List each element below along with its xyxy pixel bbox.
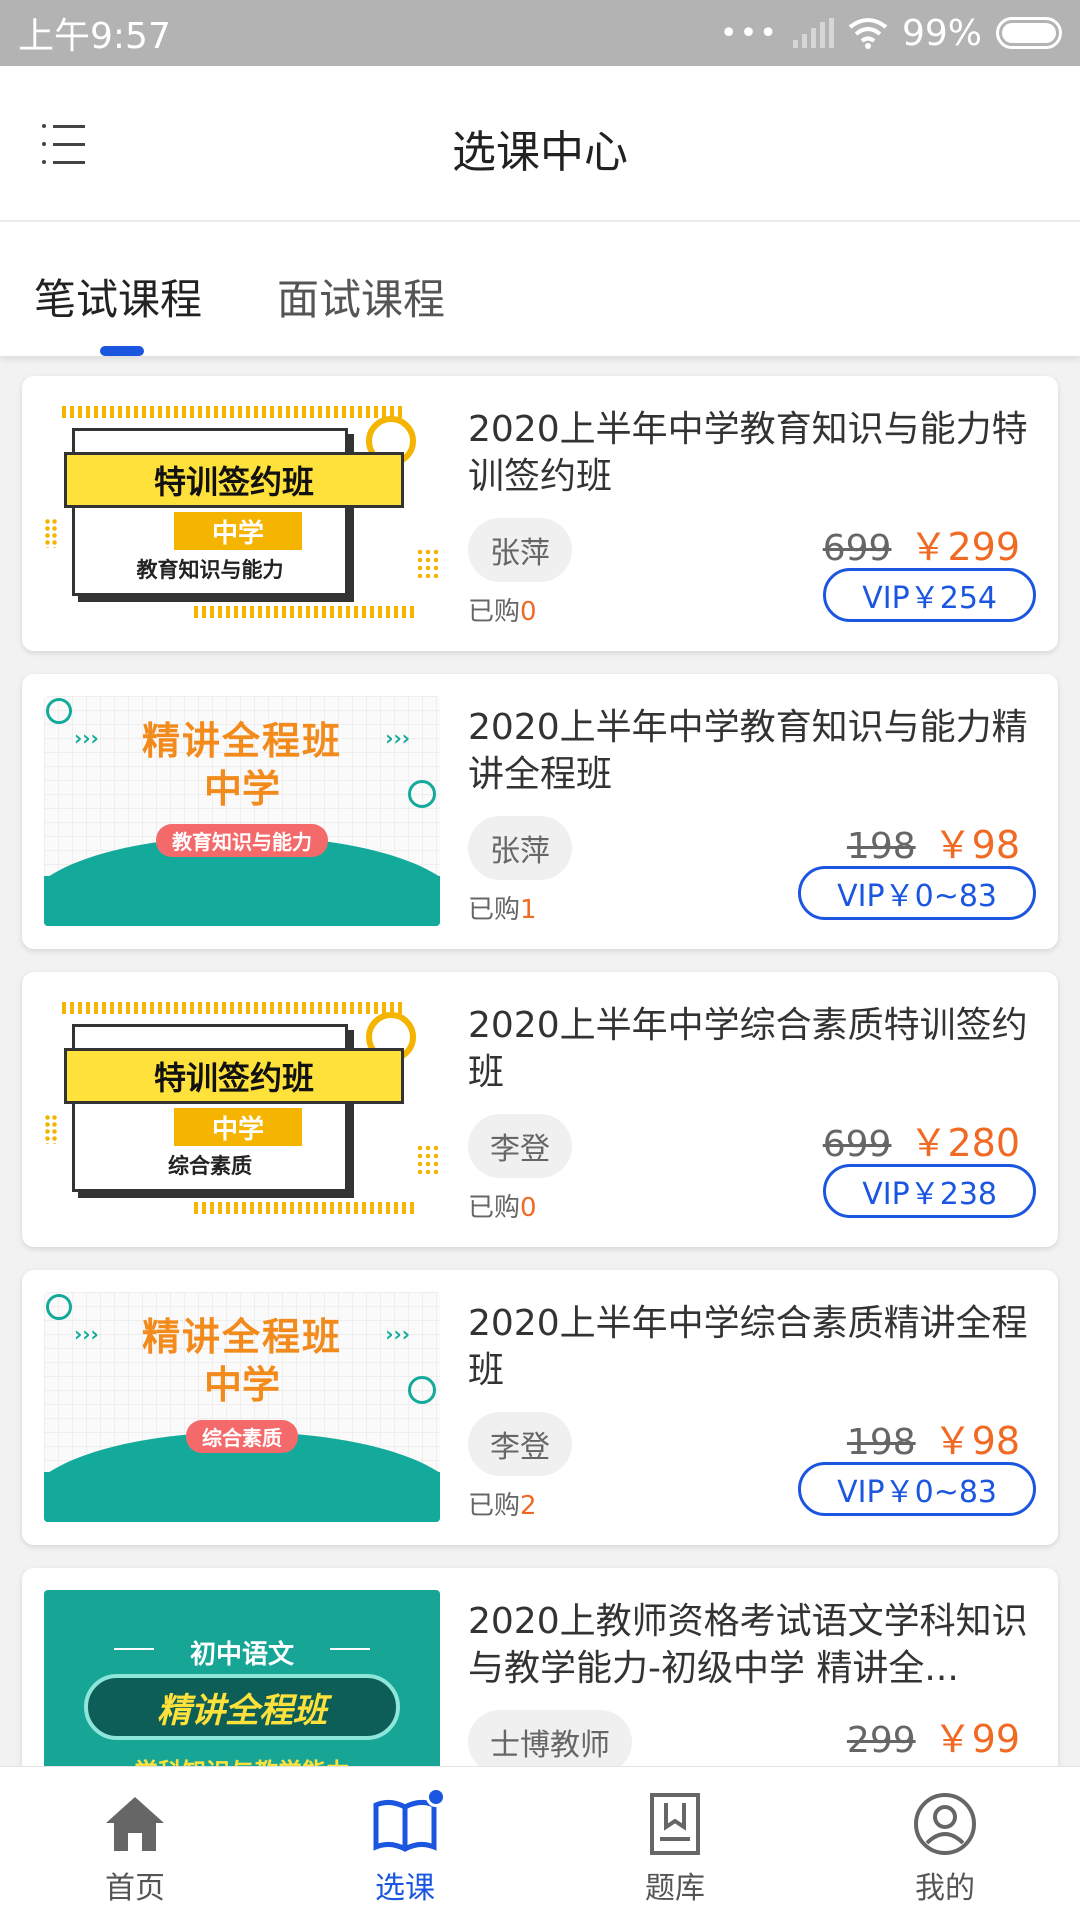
thumb-title: 特训签约班 <box>64 452 404 508</box>
nav-home[interactable]: 首页 <box>0 1767 270 1920</box>
sale-price: ￥98 <box>933 1419 1020 1463</box>
battery-percent: 99% <box>901 12 982 54</box>
purchase-count: 已购0 <box>468 597 537 627</box>
teacher-tag: 张萍 <box>468 518 572 582</box>
course-thumbnail: 特训签约班 中学 教育知识与能力 <box>44 398 440 628</box>
sale-price: ￥299 <box>909 525 1020 569</box>
user-icon <box>910 1789 980 1859</box>
thumb-level: 中学 <box>174 1108 302 1146</box>
course-title: 2020上半年中学综合素质特训签约班 <box>468 1005 1028 1093</box>
app-header: 选课中心 <box>0 66 1080 222</box>
vip-price-button[interactable]: VIP￥0~83 <box>798 866 1036 920</box>
course-card[interactable]: 特训签约班 中学 教育知识与能力 2020上半年中学教育知识与能力特训签约班 张… <box>22 376 1058 651</box>
sale-price: ￥99 <box>933 1717 1020 1761</box>
price-row: 198 ￥98 <box>847 814 1020 869</box>
nav-label: 题库 <box>645 1871 705 1906</box>
tab-interview-courses[interactable]: 面试课程 <box>277 266 445 327</box>
thumb-subject: 综合素质 <box>168 1154 252 1178</box>
original-price: 699 <box>822 528 892 569</box>
original-price: 299 <box>846 1720 916 1761</box>
nav-courses[interactable]: 选课 <box>270 1767 540 1920</box>
status-time: 上午9:57 <box>18 16 171 57</box>
notification-badge <box>426 1787 446 1807</box>
wifi-icon <box>848 18 888 49</box>
teacher-tag: 李登 <box>468 1412 572 1476</box>
vip-price-button[interactable]: VIP￥254 <box>823 568 1036 622</box>
thumb-title: 精讲全程班 <box>84 1674 400 1740</box>
original-price: 198 <box>846 826 916 867</box>
course-tabs: 笔试课程 面试课程 <box>0 222 1080 356</box>
original-price: 198 <box>846 1422 916 1463</box>
course-thumbnail: 特训签约班 中学 综合素质 <box>44 994 440 1224</box>
thumb-title: 精讲全程班 <box>141 1315 342 1359</box>
nav-label: 首页 <box>105 1871 165 1906</box>
price-row: 699 ￥280 <box>823 1112 1020 1167</box>
course-card[interactable]: 特训签约班 中学 综合素质 2020上半年中学综合素质特训签约班 李登 已购0 … <box>22 972 1058 1247</box>
thumb-level: 中学 <box>203 767 280 811</box>
vip-price-button[interactable]: VIP￥0~83 <box>798 1462 1036 1516</box>
thumb-subject: 综合素质 <box>186 1420 298 1453</box>
course-list: 特训签约班 中学 教育知识与能力 2020上半年中学教育知识与能力特训签约班 张… <box>22 376 1058 1866</box>
course-card[interactable]: ››› ››› 精讲全程班 中学 教育知识与能力 2020上半年中学教育知识与能力… <box>22 674 1058 949</box>
battery-icon <box>996 17 1062 49</box>
purchase-count: 已购2 <box>468 1491 537 1521</box>
course-title: 2020上教师资格考试语文学科知识与教学能力-初级中学 精讲全... <box>468 1601 1028 1689</box>
bottom-navigation: 首页 选课 题库 我的 <box>0 1766 1080 1920</box>
nav-label: 选课 <box>375 1871 435 1906</box>
course-thumbnail: ››› ››› 精讲全程班 中学 教育知识与能力 <box>44 696 440 926</box>
sale-price: ￥280 <box>909 1121 1020 1165</box>
price-row: 299 ￥99 <box>847 1708 1020 1763</box>
page-title: 选课中心 <box>452 127 628 178</box>
course-title: 2020上半年中学教育知识与能力特训签约班 <box>468 409 1028 497</box>
nav-question-bank[interactable]: 题库 <box>540 1767 810 1920</box>
course-card[interactable]: ››› ››› 精讲全程班 中学 综合素质 2020上半年中学综合素质精讲全程班 … <box>22 1270 1058 1545</box>
status-bar: 上午9:57 ••• 99% <box>0 0 1080 66</box>
thumb-level: 中学 <box>203 1363 280 1407</box>
nav-label: 我的 <box>915 1871 975 1906</box>
more-dots-icon: ••• <box>719 15 779 51</box>
course-thumbnail: ››› ››› 精讲全程班 中学 综合素质 <box>44 1292 440 1522</box>
price-row: 699 ￥299 <box>823 516 1020 571</box>
signal-icon <box>792 18 834 48</box>
vip-price-button[interactable]: VIP￥238 <box>823 1164 1036 1218</box>
thumb-level: 初中语文 <box>189 1640 294 1670</box>
teacher-tag: 李登 <box>468 1114 572 1178</box>
purchase-count: 已购0 <box>468 1193 537 1223</box>
active-tab-indicator <box>100 346 144 356</box>
thumb-title: 特训签约班 <box>64 1048 404 1104</box>
price-row: 198 ￥98 <box>847 1410 1020 1465</box>
purchase-count: 已购1 <box>468 895 537 925</box>
thumb-level: 中学 <box>174 512 302 550</box>
tab-written-courses[interactable]: 笔试课程 <box>34 266 202 327</box>
teacher-tag: 士博教师 <box>468 1710 632 1774</box>
original-price: 699 <box>822 1124 892 1165</box>
course-title: 2020上半年中学综合素质精讲全程班 <box>468 1303 1028 1391</box>
teacher-tag: 张萍 <box>468 816 572 880</box>
nav-profile[interactable]: 我的 <box>810 1767 1080 1920</box>
course-title: 2020上半年中学教育知识与能力精讲全程班 <box>468 707 1028 795</box>
sale-price: ￥98 <box>933 823 1020 867</box>
question-bank-icon <box>640 1789 710 1859</box>
thumb-subject: 教育知识与能力 <box>156 824 328 857</box>
status-icons: ••• 99% <box>720 13 1062 54</box>
home-icon <box>100 1789 170 1859</box>
book-icon <box>370 1787 446 1859</box>
thumb-title: 精讲全程班 <box>141 719 342 763</box>
thumb-subject: 教育知识与能力 <box>136 558 284 582</box>
